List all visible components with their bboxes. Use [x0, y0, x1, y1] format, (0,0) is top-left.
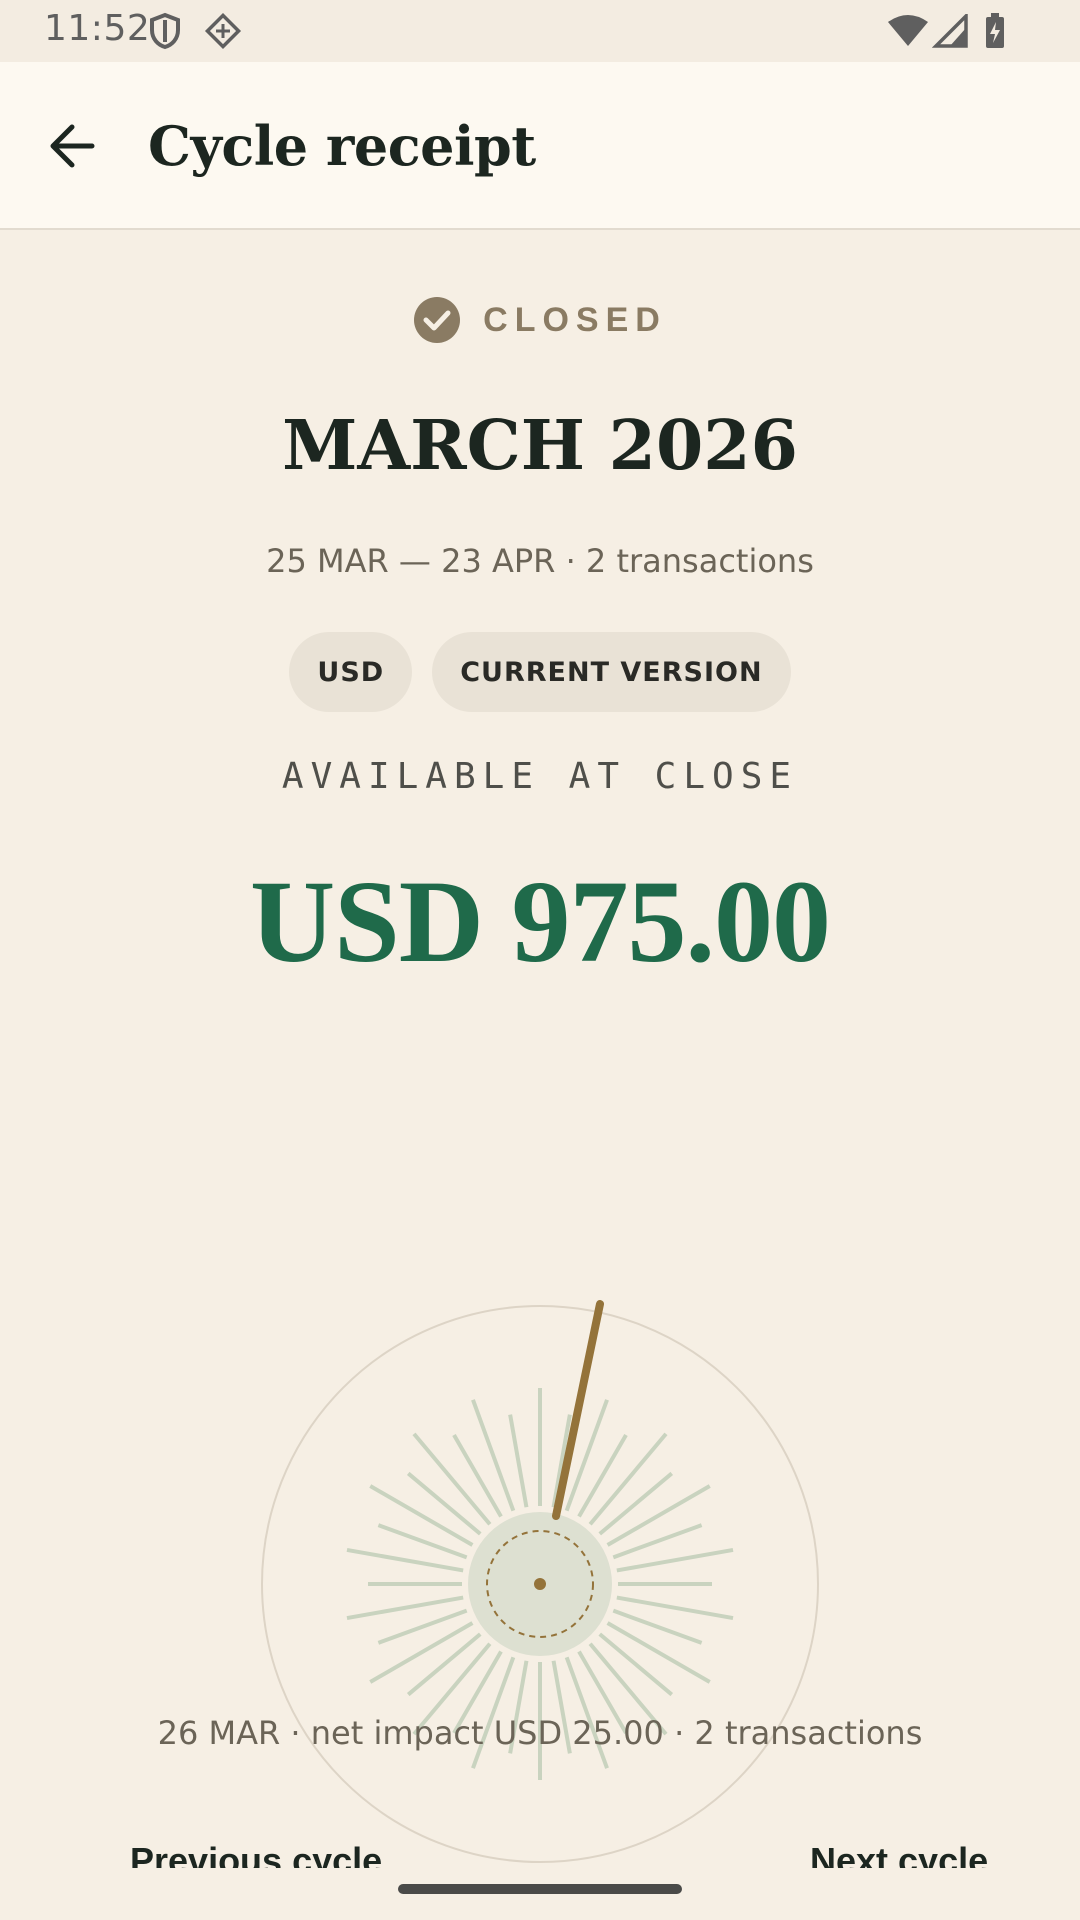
arrow-back-icon [50, 124, 95, 168]
dial-center-dot [534, 1578, 546, 1590]
currency-chip: USD [289, 632, 413, 712]
back-button[interactable] [40, 116, 110, 176]
dial-ray [616, 1547, 734, 1573]
cycle-date-range: 25 MAR — 23 APR · 2 transactions [266, 542, 814, 580]
cycle-period-title: MARCH 2026 [282, 406, 798, 486]
dial-ray [577, 1434, 628, 1518]
page-title: Cycle receipt [148, 114, 536, 178]
dial-ray [612, 1523, 703, 1560]
dial-ray [377, 1523, 468, 1560]
check-circle-icon [414, 297, 461, 343]
previous-cycle-link[interactable]: Previous cycle [130, 1840, 382, 1868]
dial-ray [406, 1471, 482, 1536]
status-badge: CLOSED [483, 300, 667, 339]
dial-ray [452, 1434, 503, 1518]
wifi-icon [886, 14, 930, 53]
next-cycle-link[interactable]: Next cycle [810, 1840, 988, 1868]
dial-ray [346, 1595, 464, 1621]
dial-ray [616, 1595, 734, 1621]
app-bar: Cycle receipt [0, 62, 1080, 230]
dial-ray [598, 1632, 674, 1697]
dial-ray [377, 1608, 468, 1645]
vpn-diamond-icon [204, 12, 242, 55]
battery-charging-icon [984, 12, 1006, 55]
dial-ray [612, 1608, 703, 1645]
shield-icon [148, 12, 182, 55]
available-amount: USD 975.00 [249, 856, 831, 987]
status-time: 11:52 [44, 8, 151, 49]
dial-ray [406, 1632, 482, 1697]
chip-row: USD CURRENT VERSION [0, 632, 1080, 712]
version-chip: CURRENT VERSION [432, 632, 791, 712]
dial-summary: 26 MAR · net impact USD 25.00 · 2 transa… [157, 1714, 923, 1752]
gesture-bar[interactable] [398, 1884, 682, 1894]
signal-icon [931, 11, 968, 53]
status-bar: 11:52 [0, 0, 1080, 62]
dial-ray [598, 1471, 674, 1536]
dial-ray [508, 1414, 529, 1508]
available-label: AVAILABLE AT CLOSE [281, 756, 799, 797]
dial-ray [471, 1399, 516, 1512]
cycle-nav: Previous cycle Next cycle [0, 1840, 1080, 1868]
dial-ray [346, 1547, 464, 1573]
status-row: CLOSED [0, 296, 1080, 349]
cycle-dial [261, 1300, 819, 1863]
